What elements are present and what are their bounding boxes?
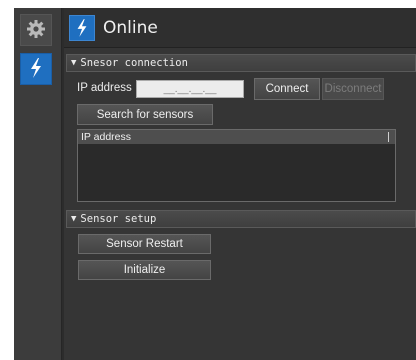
sensor-list[interactable]: IP address [77,129,396,202]
ip-address-field[interactable]: __.__.__.__ [136,80,244,98]
initialize-button[interactable]: Initialize [78,260,211,280]
section-label: Snesor connection [80,57,188,69]
section-label: Sensor setup [80,213,157,225]
ip-address-value: __.__.__.__ [163,83,217,95]
section-sensor-connection[interactable]: ▼ Snesor connection [66,54,416,72]
gear-icon [26,19,46,42]
sidebar [14,8,62,360]
lightning-icon [27,57,45,82]
online-button[interactable] [20,53,52,85]
panel-header: Online [64,8,416,48]
section-sensor-setup[interactable]: ▼ Sensor setup [66,210,416,228]
disconnect-button[interactable]: Disconnect [322,78,384,100]
online-panel: Online ▼ Snesor connection IP address __… [64,8,416,360]
page-title: Online [103,17,158,38]
search-for-sensors-button[interactable]: Search for sensors [77,104,213,125]
column-divider[interactable] [388,132,389,142]
lightning-icon [69,14,95,41]
list-header-label: IP address [81,131,132,143]
settings-button[interactable] [20,14,52,46]
collapse-triangle-icon: ▼ [71,58,77,68]
collapse-triangle-icon: ▼ [71,214,77,224]
list-column-header[interactable]: IP address [78,130,395,144]
sensor-restart-button[interactable]: Sensor Restart [78,234,211,254]
ip-address-label: IP address [77,82,132,94]
connect-button[interactable]: Connect [254,78,320,100]
